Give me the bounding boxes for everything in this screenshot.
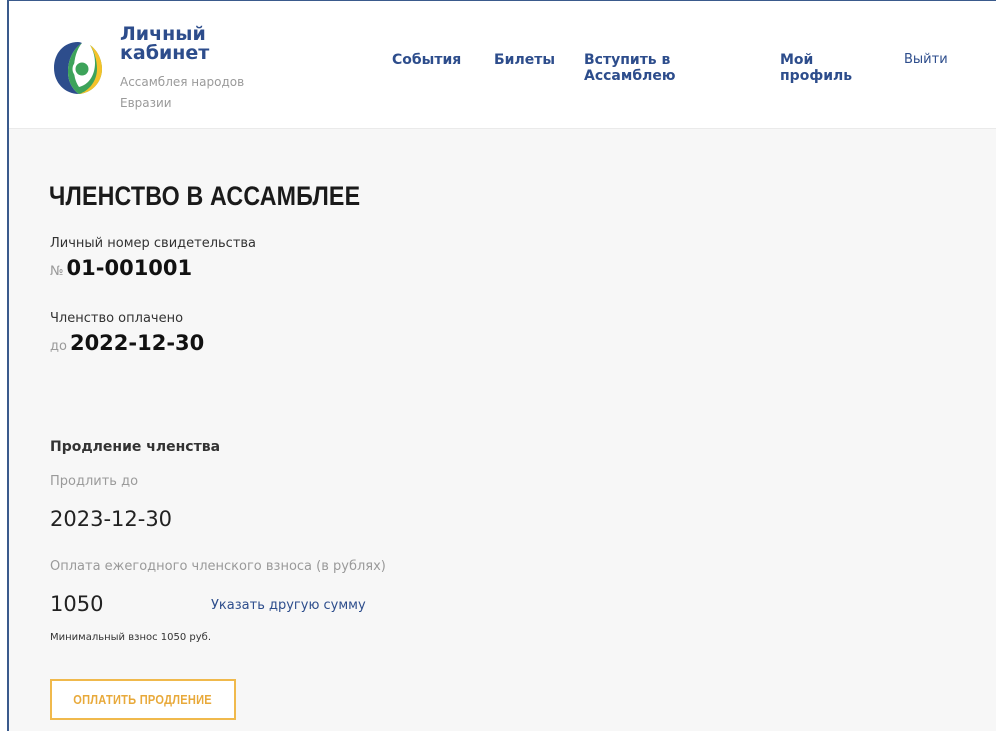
- nav-my-profile[interactable]: Мой профиль: [780, 52, 870, 84]
- certificate-label: Личный номер свидетельства: [50, 236, 257, 251]
- brand-subtitle: Ассамблея народов Евразии: [120, 75, 245, 110]
- paid-prefix: до: [50, 339, 67, 354]
- main-content: ЧЛЕНСТВО В АССАМБЛЕЕ Личный номер свидет…: [9, 129, 996, 731]
- fee-label: Оплата ежегодного членского взноса (в ру…: [50, 559, 386, 574]
- site-header: Личный кабинет Ассамблея народов Евразии…: [9, 1, 996, 129]
- paid-until-row: до 2022-12-30: [50, 330, 204, 360]
- brand-title-line2: кабинет: [120, 42, 210, 64]
- logout-link[interactable]: Выйти: [904, 52, 948, 68]
- extend-label: Продлить до: [50, 474, 139, 489]
- paid-until-date: 2022-12-30: [69, 331, 205, 355]
- nav-join-assembly[interactable]: Вступить в Ассамблею: [584, 52, 694, 84]
- certificate-number: 01-001001: [66, 256, 193, 280]
- renewal-title: Продление членства: [50, 439, 221, 455]
- page-title: ЧЛЕНСТВО В АССАМБЛЕЕ: [49, 181, 361, 211]
- pay-renewal-button[interactable]: ОПЛАТИТЬ ПРОДЛЕНИЕ: [50, 679, 236, 720]
- certificate-number-row: № 01-001001: [50, 255, 192, 285]
- nav-events[interactable]: События: [392, 52, 461, 68]
- nav-tickets[interactable]: Билеты: [494, 52, 555, 68]
- pay-renewal-button-label: ОПЛАТИТЬ ПРОДЛЕНИЕ: [73, 692, 213, 707]
- assembly-logo-icon[interactable]: [51, 39, 105, 97]
- min-fee-note: Минимальный взнос 1050 руб.: [50, 632, 212, 643]
- paid-label: Членство оплачено: [50, 311, 184, 326]
- extend-date: 2023-12-30: [50, 507, 173, 531]
- brand-title: Личный кабинет: [120, 25, 209, 63]
- fee-amount[interactable]: 1050: [50, 592, 103, 616]
- certificate-prefix: №: [50, 264, 64, 279]
- other-amount-link[interactable]: Указать другую сумму: [211, 598, 366, 614]
